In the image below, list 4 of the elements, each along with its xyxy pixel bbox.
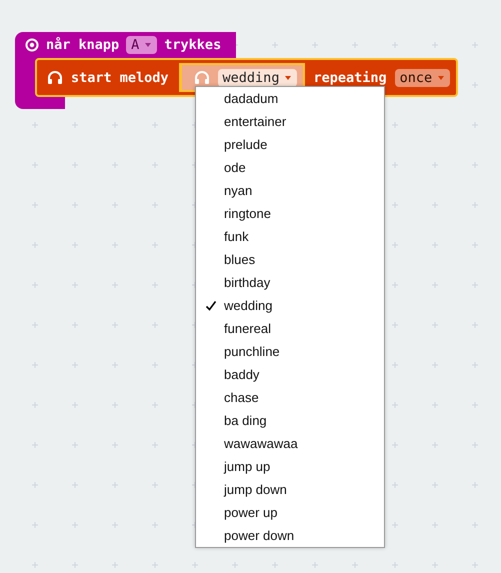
block-text: start melody (71, 70, 169, 86)
block-text: når knapp (46, 37, 120, 53)
block-text: repeating (313, 70, 387, 86)
block-text: trykkes (164, 37, 222, 53)
